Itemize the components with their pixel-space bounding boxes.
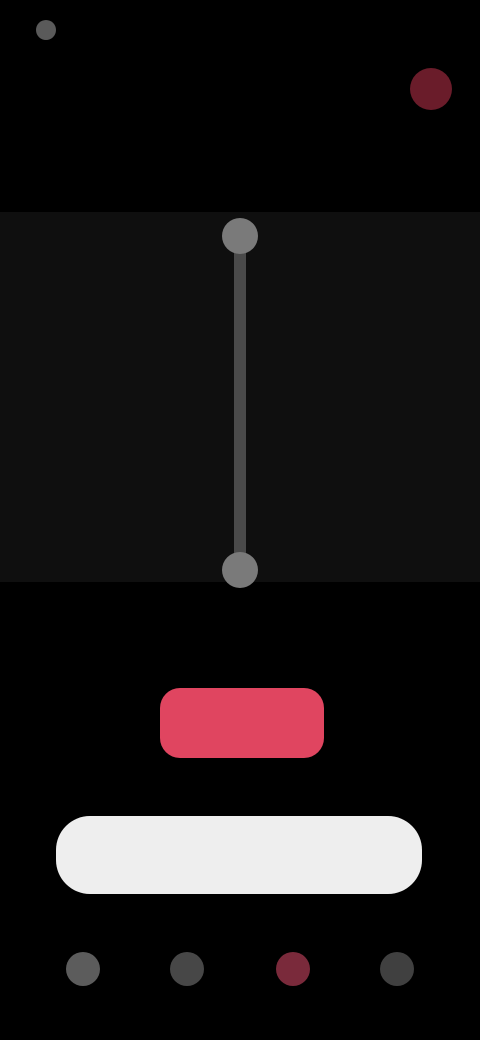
search-icon[interactable] xyxy=(170,952,204,986)
primary-action-button[interactable] xyxy=(160,688,324,758)
status-icon xyxy=(36,20,56,40)
page-subtitle xyxy=(28,146,178,170)
trim-track[interactable] xyxy=(234,232,246,572)
record-icon[interactable] xyxy=(410,68,452,110)
profile-icon[interactable] xyxy=(380,952,414,986)
record-icon[interactable] xyxy=(276,952,310,986)
trim-start-handle[interactable] xyxy=(222,218,258,254)
page-title xyxy=(198,74,282,98)
duration-label xyxy=(172,604,308,638)
trim-end-handle[interactable] xyxy=(222,552,258,588)
home-icon[interactable] xyxy=(66,952,100,986)
search-input[interactable] xyxy=(56,816,422,894)
